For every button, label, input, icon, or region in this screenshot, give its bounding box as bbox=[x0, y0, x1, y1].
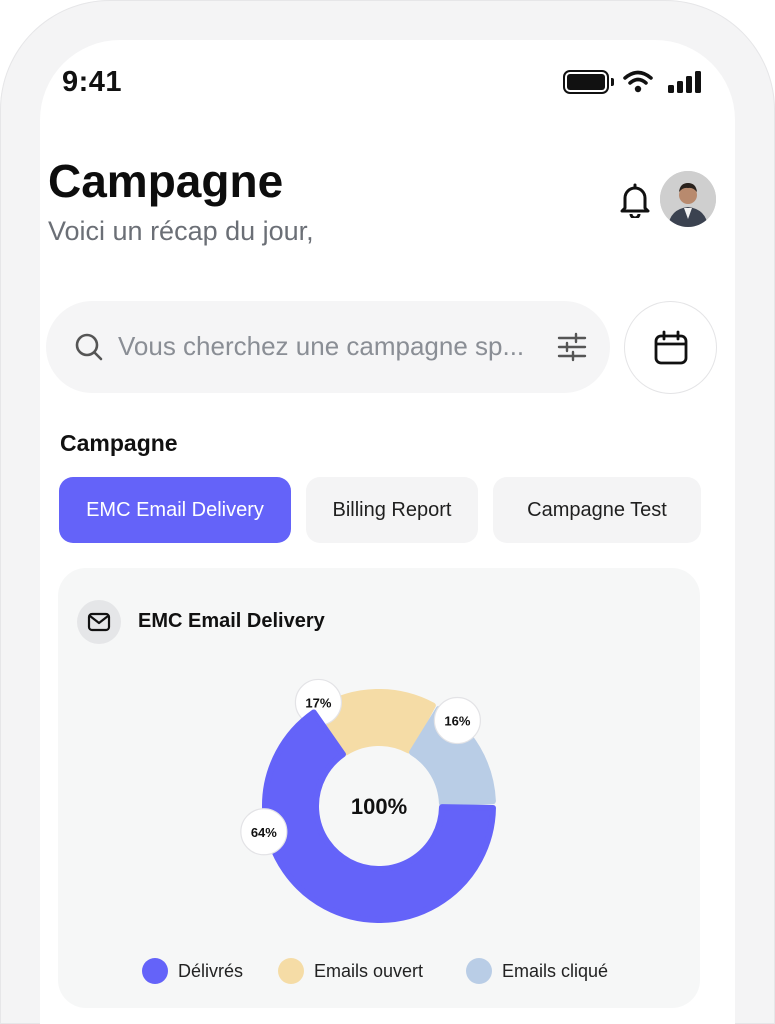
search-bar bbox=[46, 301, 610, 393]
status-icons bbox=[563, 70, 703, 94]
filter-icon[interactable] bbox=[556, 331, 588, 363]
battery-icon bbox=[563, 70, 614, 94]
donut-center-label: 100% bbox=[351, 794, 407, 819]
section-title: Campagne bbox=[60, 430, 178, 456]
search-icon bbox=[75, 333, 103, 361]
legend-item-opened: Emails ouvert bbox=[278, 958, 423, 984]
calendar-icon bbox=[654, 330, 687, 364]
tab-emc-email-delivery[interactable]: EMC Email Delivery bbox=[59, 477, 291, 543]
svg-text:16%: 16% bbox=[444, 713, 470, 728]
donut-chart: 17% 16% 64% 100% bbox=[240, 678, 496, 923]
legend-item-delivered: Délivrés bbox=[142, 958, 243, 984]
app-screen: 9:41 Campagne Voici un récap du jour, Vo… bbox=[40, 40, 735, 1024]
legend-dot bbox=[278, 958, 304, 984]
status-time: 9:41 bbox=[62, 66, 123, 98]
legend-dot bbox=[142, 958, 168, 984]
svg-text:17%: 17% bbox=[305, 695, 331, 710]
legend-label: Délivrés bbox=[178, 960, 244, 981]
wifi-icon bbox=[623, 70, 653, 93]
tab-billing-report[interactable]: Billing Report bbox=[306, 477, 478, 543]
legend-item-clicked: Emails cliqué bbox=[466, 958, 608, 984]
donut-label-0: 64% bbox=[240, 808, 288, 856]
campaign-card: EMC Email Delivery 17% 16% 64% 100% Délivré… bbox=[58, 568, 700, 1008]
tab-campagne-test[interactable]: Campagne Test bbox=[493, 477, 701, 543]
legend-label: Emails cliqué bbox=[502, 960, 609, 981]
phone-frame: 9:41 Campagne Voici un récap du jour, Vo… bbox=[0, 0, 775, 1024]
signal-icon bbox=[668, 71, 701, 93]
page-title: Campagne bbox=[48, 155, 284, 207]
legend-label: Emails ouvert bbox=[314, 960, 424, 981]
legend-dot bbox=[466, 958, 492, 984]
search-input[interactable] bbox=[118, 331, 548, 362]
notification-bell-icon[interactable] bbox=[615, 180, 655, 220]
svg-text:64%: 64% bbox=[251, 825, 277, 840]
page-subtitle: Voici un récap du jour, bbox=[48, 216, 314, 246]
calendar-button[interactable] bbox=[624, 301, 717, 394]
donut-label-2: 16% bbox=[433, 696, 481, 745]
avatar[interactable] bbox=[660, 171, 716, 227]
